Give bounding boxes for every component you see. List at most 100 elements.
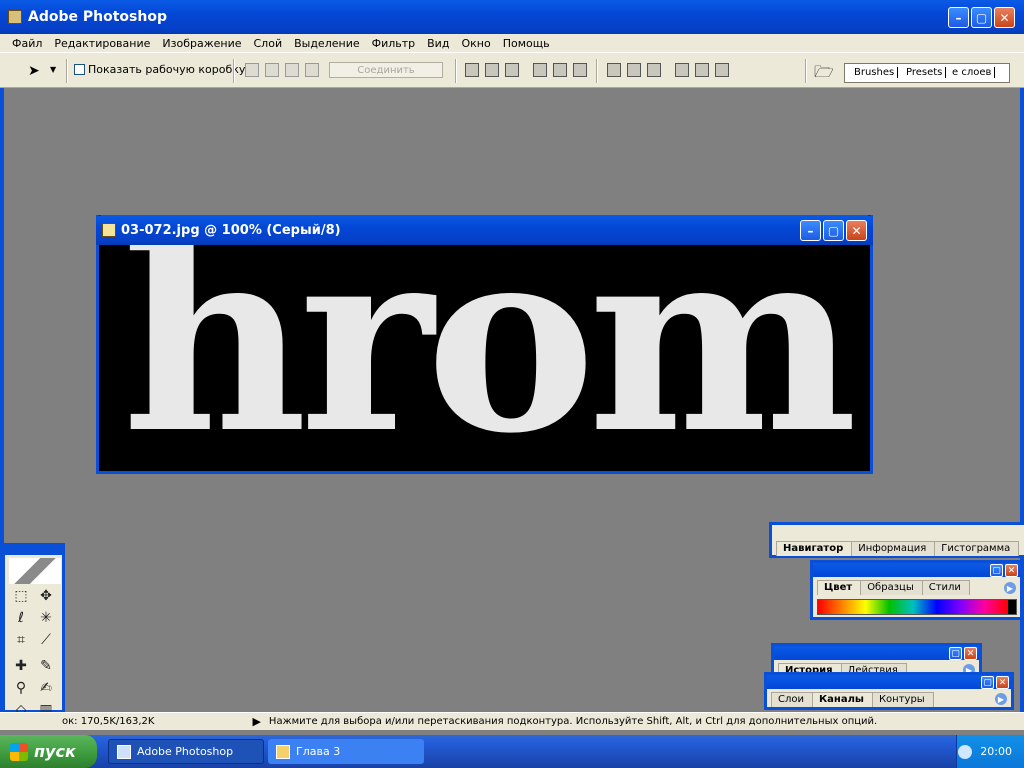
path-selection-tool-icon[interactable]: ➤ bbox=[28, 63, 40, 79]
menu-image[interactable]: Изображение bbox=[156, 37, 247, 50]
document-canvas[interactable]: hrom bbox=[100, 245, 869, 470]
magic-wand-tool-icon[interactable]: ✳ bbox=[37, 609, 55, 627]
adobe-feather-icon[interactable] bbox=[9, 558, 61, 584]
palette-well-tab-presets[interactable]: Presets bbox=[903, 67, 947, 78]
clone-stamp-tool-icon[interactable]: ⚲ bbox=[12, 679, 30, 697]
marquee-tool-icon[interactable]: ⬚ bbox=[12, 587, 30, 605]
subtract-shape-icon[interactable] bbox=[265, 63, 279, 77]
tool-preset-dropdown-icon[interactable]: ▼ bbox=[50, 65, 56, 74]
divider bbox=[805, 59, 807, 83]
slice-tool-icon[interactable]: ⟋ bbox=[37, 631, 55, 649]
align-vcenter-icon[interactable] bbox=[485, 63, 499, 77]
document-close-button[interactable]: ✕ bbox=[846, 220, 867, 241]
distribute-hcenter-icon[interactable] bbox=[695, 63, 709, 77]
move-tool-icon[interactable]: ✥ bbox=[37, 587, 55, 605]
tab-channels[interactable]: Каналы bbox=[812, 692, 873, 707]
color-palette-controls: ▢ ✕ bbox=[990, 564, 1018, 577]
align-bottom-icon[interactable] bbox=[505, 63, 519, 77]
exclude-shape-icon[interactable] bbox=[305, 63, 319, 77]
distribute-top-icon[interactable] bbox=[607, 63, 621, 77]
show-bounding-box-checkbox[interactable] bbox=[74, 64, 85, 75]
minimize-button[interactable]: – bbox=[948, 7, 969, 28]
intersect-shape-icon[interactable] bbox=[285, 63, 299, 77]
history-palette-minimize-button[interactable]: ▢ bbox=[949, 647, 962, 660]
menu-window[interactable]: Окно bbox=[455, 37, 496, 50]
tab-histogram[interactable]: Гистограмма bbox=[934, 541, 1020, 556]
menu-view[interactable]: Вид bbox=[421, 37, 455, 50]
document-minimize-button[interactable]: – bbox=[800, 220, 821, 241]
history-brush-tool-icon[interactable]: ✍ bbox=[37, 679, 55, 697]
tab-layers[interactable]: Слои bbox=[771, 692, 813, 707]
system-tray: 20:00 bbox=[956, 735, 1024, 768]
tab-info[interactable]: Информация bbox=[851, 541, 936, 556]
distribute-bottom-icon[interactable] bbox=[647, 63, 661, 77]
tab-paths[interactable]: Контуры bbox=[871, 692, 934, 707]
tab-styles[interactable]: Стили bbox=[921, 580, 970, 595]
history-palette-close-button[interactable]: ✕ bbox=[964, 647, 977, 660]
color-palette-minimize-button[interactable]: ▢ bbox=[990, 564, 1003, 577]
color-palette-tabs: Цвет Образцы Стили bbox=[817, 580, 970, 595]
taskbar-item-label: Adobe Photoshop bbox=[137, 745, 234, 758]
document-title-bar[interactable]: 03-072.jpg @ 100% (Серый/8) bbox=[96, 215, 873, 245]
clock[interactable]: 20:00 bbox=[980, 745, 1012, 758]
document-window-controls: – ▢ ✕ bbox=[800, 220, 867, 241]
close-button[interactable]: ✕ bbox=[994, 7, 1015, 28]
align-left-icon[interactable] bbox=[533, 63, 547, 77]
tray-expand-icon[interactable] bbox=[958, 744, 973, 759]
history-palette-controls: ▢ ✕ bbox=[949, 647, 977, 660]
color-palette-header[interactable] bbox=[813, 563, 1020, 577]
menu-edit[interactable]: Редактирование bbox=[48, 37, 156, 50]
app-title-bar[interactable]: Adobe Photoshop bbox=[0, 0, 1024, 34]
add-to-shape-icon[interactable] bbox=[245, 63, 259, 77]
status-arrow-icon[interactable]: ▶ bbox=[252, 715, 260, 728]
distribute-right-icon[interactable] bbox=[715, 63, 729, 77]
start-label: пуск bbox=[34, 742, 76, 761]
crop-tool-icon[interactable]: ⌗ bbox=[12, 631, 30, 649]
distribute-left-icon[interactable] bbox=[675, 63, 689, 77]
layers-palette-minimize-button[interactable]: ▢ bbox=[981, 676, 994, 689]
palette-well-tab-layer-comps[interactable]: е слоев bbox=[949, 67, 996, 78]
align-top-icon[interactable] bbox=[465, 63, 479, 77]
show-bounding-box-option[interactable]: Показать рабочую коробку bbox=[74, 63, 245, 76]
combine-button[interactable]: Соединить bbox=[329, 62, 443, 78]
brush-tool-icon[interactable]: ✎ bbox=[37, 657, 55, 675]
color-palette-close-button[interactable]: ✕ bbox=[1005, 564, 1018, 577]
color-ramp[interactable] bbox=[817, 599, 1017, 615]
document-icon bbox=[102, 223, 116, 237]
align-right-icon[interactable] bbox=[573, 63, 587, 77]
layers-palette-header[interactable] bbox=[767, 675, 1011, 689]
tab-color[interactable]: Цвет bbox=[817, 580, 862, 595]
lasso-tool-icon[interactable]: ℓ bbox=[12, 609, 30, 627]
layers-palette: ▢ ✕ Слои Каналы Контуры ▶ bbox=[764, 672, 1014, 710]
taskbar-item-photoshop[interactable]: Adobe Photoshop bbox=[108, 739, 264, 764]
layers-palette-menu-arrow-icon[interactable]: ▶ bbox=[995, 693, 1007, 705]
healing-brush-tool-icon[interactable]: ✚ bbox=[12, 657, 30, 675]
navigator-palette: Навигатор Информация Гистограмма bbox=[769, 522, 1024, 558]
layers-palette-close-button[interactable]: ✕ bbox=[996, 676, 1009, 689]
layers-palette-controls: ▢ ✕ bbox=[981, 676, 1009, 689]
color-palette-menu-arrow-icon[interactable]: ▶ bbox=[1004, 582, 1016, 594]
menu-select[interactable]: Выделение bbox=[288, 37, 366, 50]
menu-file[interactable]: Файл bbox=[6, 37, 48, 50]
distribute-icons bbox=[607, 63, 735, 77]
document-size[interactable]: ок: 170,5K/163,2K bbox=[62, 716, 154, 727]
distribute-vcenter-icon[interactable] bbox=[627, 63, 641, 77]
tab-swatches[interactable]: Образцы bbox=[860, 580, 923, 595]
menu-layer[interactable]: Слой bbox=[248, 37, 289, 50]
menu-help[interactable]: Помощь bbox=[497, 37, 556, 50]
taskbar-item-folder[interactable]: Глава 3 bbox=[268, 739, 424, 764]
shape-area-icons bbox=[245, 63, 325, 77]
start-button[interactable]: пуск bbox=[0, 735, 97, 768]
photoshop-icon bbox=[8, 10, 22, 24]
align-hcenter-icon[interactable] bbox=[553, 63, 567, 77]
file-browser-icon[interactable]: 🗁 bbox=[814, 61, 834, 88]
palette-well-tab-brushes[interactable]: Brushes bbox=[851, 67, 899, 78]
tab-navigator[interactable]: Навигатор bbox=[776, 541, 853, 556]
photoshop-task-icon bbox=[117, 744, 131, 759]
document-maximize-button[interactable]: ▢ bbox=[823, 220, 844, 241]
layers-palette-tabs: Слои Каналы Контуры bbox=[771, 692, 934, 707]
windows-flag-icon bbox=[10, 742, 28, 761]
menu-filter[interactable]: Фильтр bbox=[366, 37, 422, 50]
maximize-button[interactable]: ▢ bbox=[971, 7, 992, 28]
divider bbox=[596, 59, 598, 83]
